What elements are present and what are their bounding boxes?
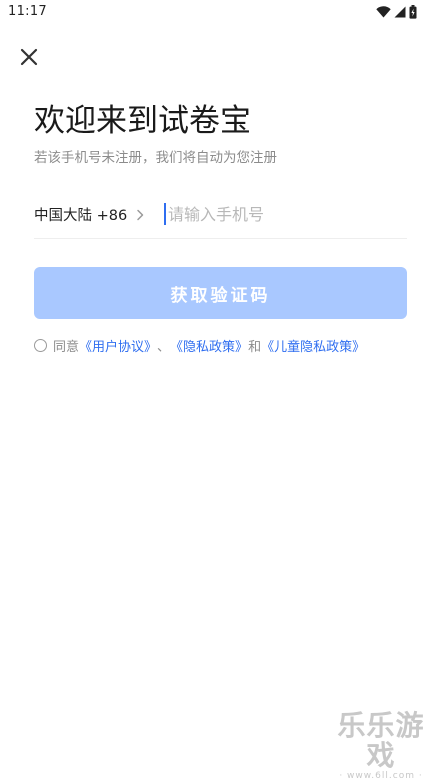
chevron-right-icon <box>137 209 144 220</box>
agreement-and: 和 <box>248 340 262 355</box>
privacy-policy-link[interactable]: 《隐私政策》 <box>170 336 248 355</box>
phone-input-row: 中国大陆 +86 <box>34 194 407 239</box>
child-privacy-policy-link[interactable]: 《儿童隐私政策》 <box>261 336 365 355</box>
agreement-separator: 、 <box>157 340 171 355</box>
battery-icon <box>409 5 417 19</box>
close-icon <box>20 48 38 66</box>
get-verification-code-button[interactable]: 获取验证码 <box>34 267 407 319</box>
phone-number-input[interactable] <box>168 200 398 228</box>
agreement-prefix: 同意 <box>53 340 80 355</box>
agree-radio[interactable] <box>34 339 47 352</box>
status-icons <box>376 5 417 19</box>
wifi-icon <box>376 6 391 18</box>
country-code-label: 中国大陆 +86 <box>34 208 128 224</box>
watermark-url: · www.6ll.com · <box>339 771 423 781</box>
page-title: 欢迎来到试卷宝 <box>34 103 251 139</box>
close-button[interactable] <box>16 44 42 70</box>
watermark: 乐乐游戏 · www.6ll.com · <box>325 711 437 782</box>
user-agreement-link[interactable]: 《用户协议》 <box>79 336 157 355</box>
watermark-text: 乐乐游戏 <box>337 709 425 772</box>
status-time: 11:17 <box>8 4 47 19</box>
text-cursor <box>164 203 166 225</box>
agreement-row: 同意 《用户协议》 、 《隐私政策》 和 《儿童隐私政策》 <box>34 336 365 355</box>
page-subtitle: 若该手机号未注册，我们将自动为您注册 <box>34 150 277 166</box>
status-bar: 11:17 <box>0 0 441 26</box>
country-code-selector[interactable]: 中国大陆 +86 <box>34 204 145 225</box>
signal-icon <box>394 6 406 18</box>
